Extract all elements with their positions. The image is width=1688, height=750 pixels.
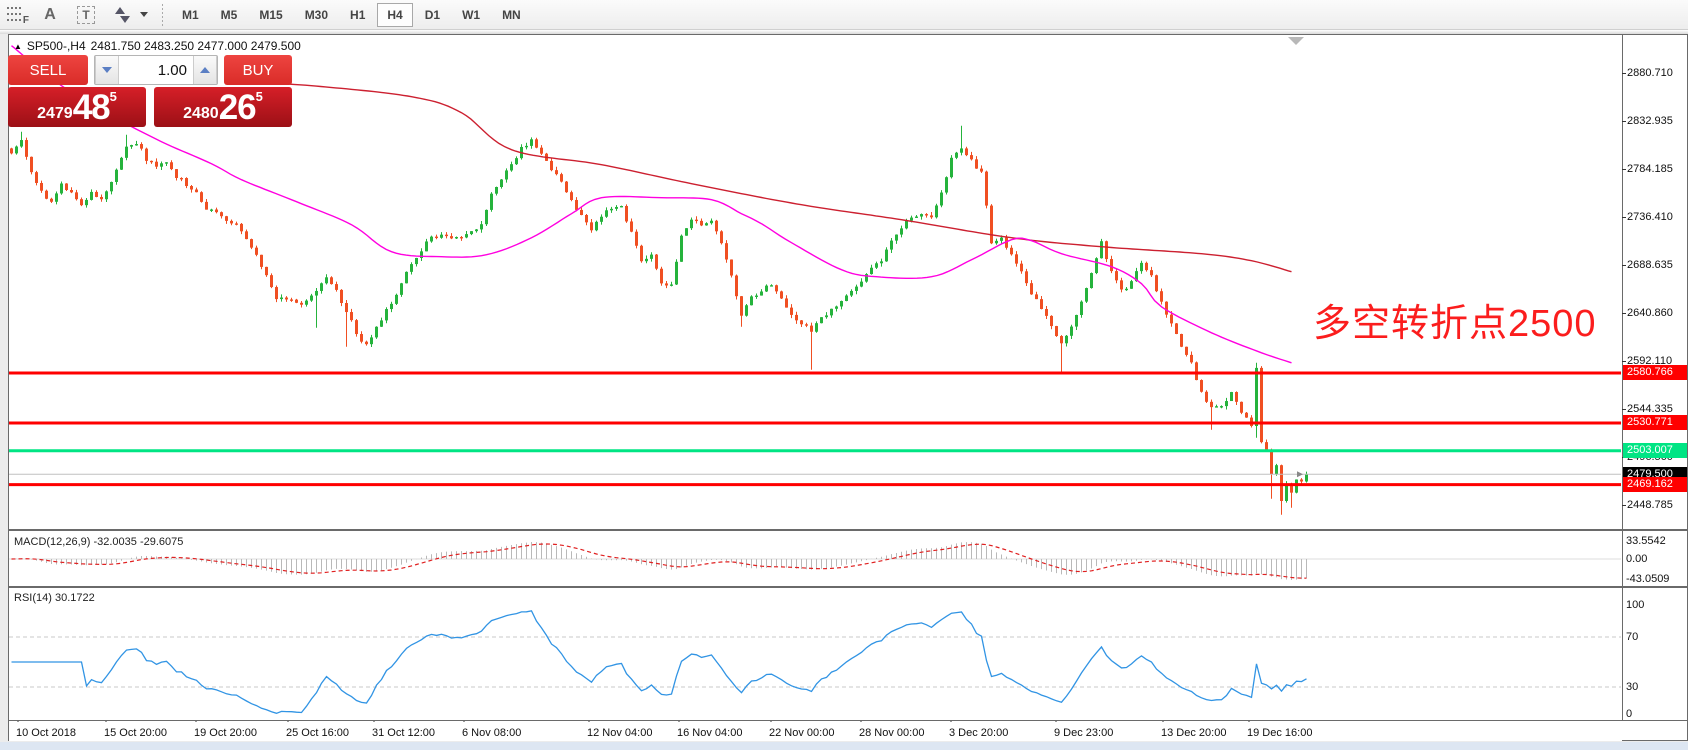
sell-price-sup: 5: [109, 89, 117, 104]
time-label: 13 Dec 20:00: [1161, 727, 1227, 739]
price-tick-mark: [1622, 121, 1626, 122]
symbol-marker-icon: ▲: [14, 41, 22, 51]
time-label: 28 Nov 00:00: [859, 727, 925, 739]
price-tick-label: 2784.185: [1627, 163, 1673, 175]
indicator-axis-label: 0: [1626, 708, 1633, 720]
indicator-axis-label: 70: [1626, 631, 1639, 643]
time-label: 31 Oct 12:00: [372, 727, 435, 739]
price-tick-label: 2448.785: [1627, 499, 1673, 511]
price-tick-mark: [1622, 73, 1626, 74]
ma-red-line: [236, 81, 1292, 273]
buy-price-big: 26: [218, 88, 257, 127]
price-tick-label: 2688.635: [1627, 259, 1673, 271]
sell-price-big: 48: [72, 88, 111, 127]
sell-price-box[interactable]: 2479 48 5: [8, 87, 146, 127]
indicator-axis-label: -43.0509: [1626, 573, 1670, 585]
macd-panel: [9, 542, 1621, 580]
indicator-axis-label: 100: [1626, 599, 1645, 611]
time-label: 12 Nov 04:00: [587, 727, 653, 739]
indicator-axis-label: 0.00: [1626, 553, 1648, 565]
volume-increase-button[interactable]: [193, 56, 217, 84]
price-flag-2503.007: 2503.007: [1623, 443, 1687, 459]
time-label: 3 Dec 20:00: [949, 727, 1009, 739]
status-strip: [0, 742, 1688, 750]
price-flag-2580.766: 2580.766: [1623, 365, 1687, 381]
time-label: 6 Nov 08:00: [462, 727, 522, 739]
price-tick-mark: [1622, 409, 1626, 410]
price-tick-label: 2832.935: [1627, 115, 1673, 127]
time-label: 25 Oct 16:00: [286, 727, 349, 739]
chart-title: ▲ SP500-,H4 2481.750 2483.250 2477.000 2…: [14, 39, 301, 53]
price-flag-2530.771: 2530.771: [1623, 415, 1687, 431]
one-click-trading-panel: SELL BUY 2479485 2480265: [8, 55, 292, 127]
chart-shift-marker-icon[interactable]: [1288, 37, 1304, 45]
ohlc-values: 2481.750 2483.250 2477.000 2479.500: [90, 39, 301, 53]
sell-price-small: 2479: [37, 105, 73, 122]
volume-decrease-button[interactable]: [95, 56, 119, 84]
volume-input[interactable]: [119, 56, 193, 84]
chinese-annotation: 多空转折点2500: [1313, 303, 1597, 345]
price-tick-label: 2880.710: [1627, 67, 1673, 79]
buy-button[interactable]: BUY: [224, 55, 292, 85]
price-tick-mark: [1622, 361, 1626, 362]
buy-price-box[interactable]: 2480 26 5: [154, 87, 292, 127]
indicator-axis-label: 30: [1626, 681, 1639, 693]
price-tick-label: 2640.860: [1627, 307, 1673, 319]
macd-signal-line: [11, 543, 1307, 579]
price-tick-label: 2736.410: [1627, 211, 1673, 223]
price-tick-mark: [1622, 265, 1626, 266]
indicator-axis-label: 33.5542: [1626, 535, 1666, 547]
time-label: 22 Nov 00:00: [769, 727, 835, 739]
time-axis[interactable]: 10 Oct 2018 15 Oct 20:00 19 Oct 20:00 25 Oc…: [9, 722, 1622, 741]
time-label: 19 Dec 16:00: [1247, 727, 1313, 739]
time-label: 16 Nov 04:00: [677, 727, 743, 739]
price-tick-label: 2544.335: [1627, 403, 1673, 415]
price-tick-mark: [1622, 313, 1626, 314]
time-label: 15 Oct 20:00: [104, 727, 167, 739]
rsi-line: [11, 610, 1307, 714]
price-tick-mark: [1622, 217, 1626, 218]
time-label: 9 Dec 23:00: [1054, 727, 1114, 739]
sell-button[interactable]: SELL: [8, 55, 88, 85]
buy-price-small: 2480: [183, 105, 219, 122]
buy-price-sup: 5: [255, 89, 263, 104]
price-flag-2469.162: 2469.162: [1623, 477, 1687, 493]
rsi-panel: [9, 610, 1621, 714]
volume-stepper: [94, 55, 218, 85]
price-tick-mark: [1622, 505, 1626, 506]
time-label: 10 Oct 2018: [16, 727, 76, 739]
symbol-period-label: SP500-,H4: [26, 39, 86, 53]
time-label: 19 Oct 20:00: [194, 727, 257, 739]
price-tick-mark: [1622, 169, 1626, 170]
rsi-label: RSI(14) 30.1722: [14, 592, 95, 604]
macd-label: MACD(12,26,9) -32.0035 -29.6075: [14, 536, 184, 548]
